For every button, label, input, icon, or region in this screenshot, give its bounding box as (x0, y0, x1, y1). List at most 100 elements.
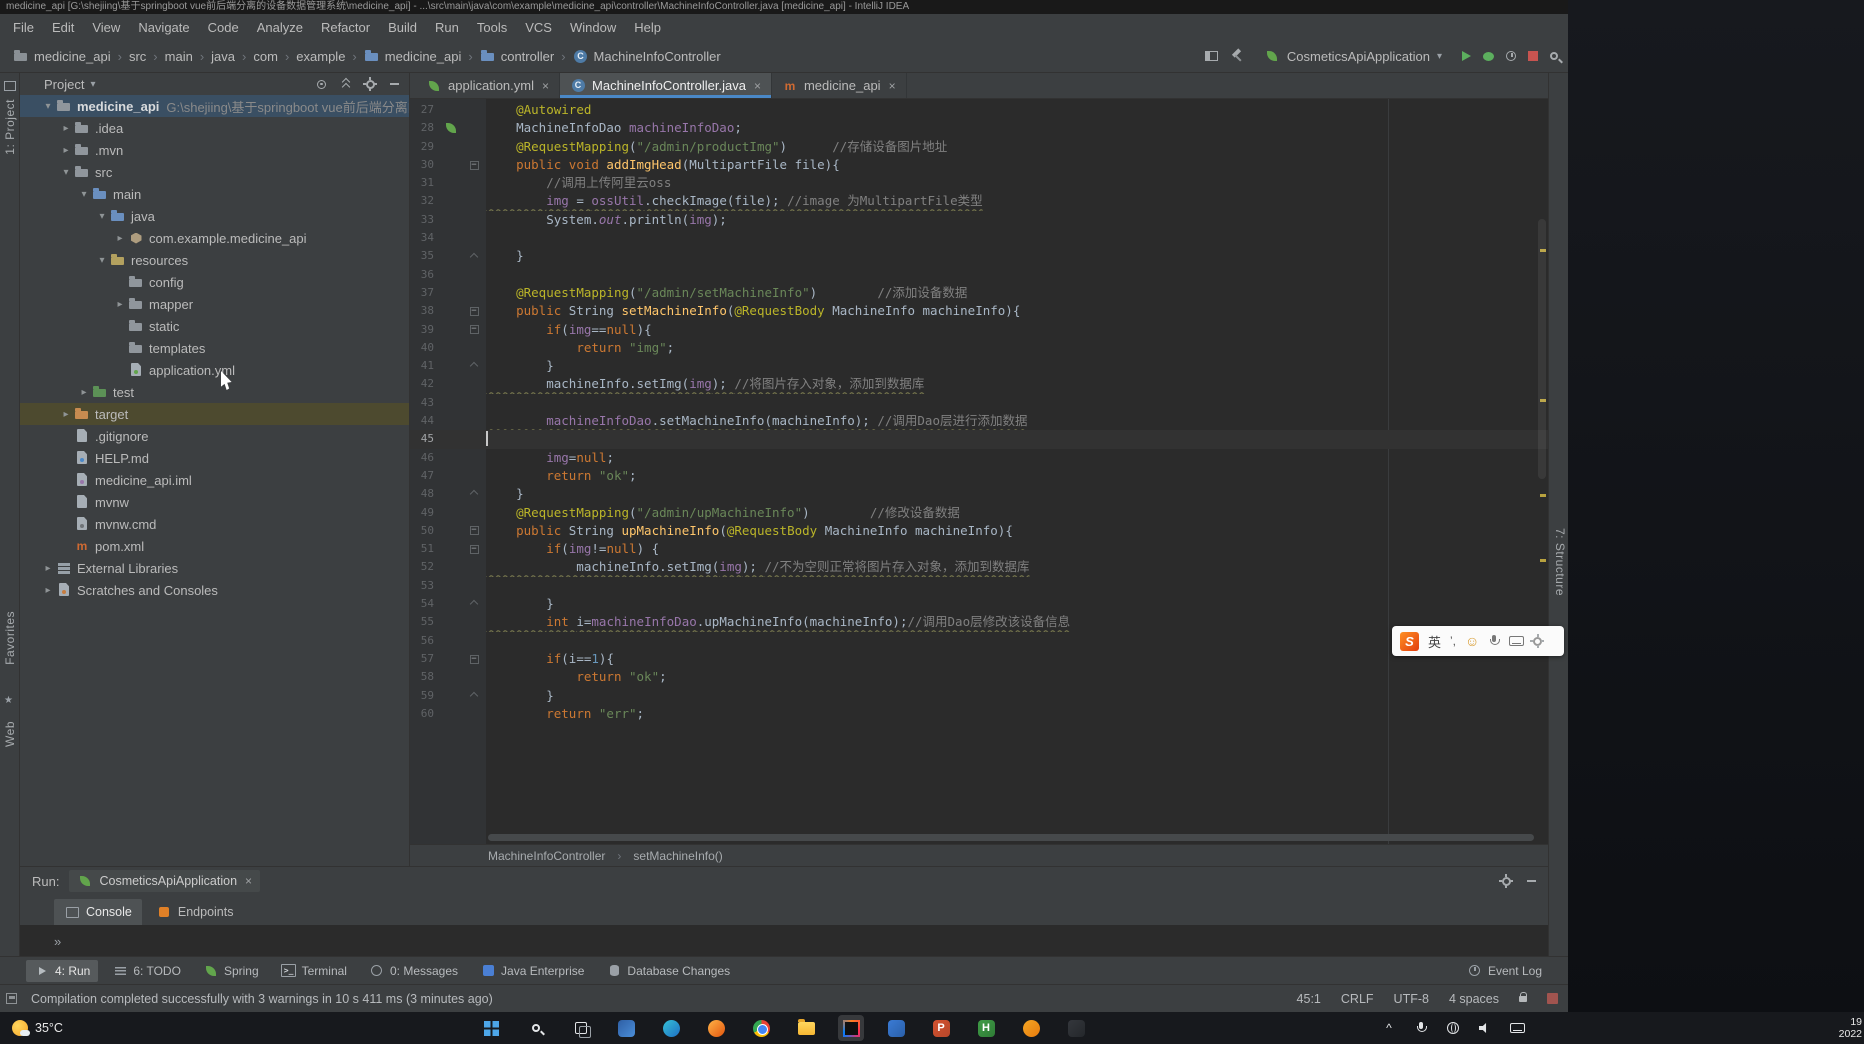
tree-item-medicine-api[interactable]: ▾medicine_api G:\shejiing\基于springboot v… (20, 95, 409, 117)
code-line-28[interactable]: 28 MachineInfoDao machineInfoDao; (410, 119, 1548, 137)
tree-item-test[interactable]: ▸test (20, 381, 409, 403)
bookmark-icon[interactable]: ★ (4, 695, 13, 706)
toolwindow-event-log[interactable]: Event Log (1459, 960, 1550, 982)
taskbar-intellij-idea[interactable] (838, 1015, 864, 1041)
taskbar-start[interactable] (478, 1015, 504, 1041)
fold-column[interactable]: − (462, 302, 486, 320)
status-widget-utf-8[interactable]: UTF-8 (1394, 992, 1429, 1006)
code-line-53[interactable]: 53 (410, 577, 1548, 595)
close-icon[interactable]: × (245, 874, 252, 888)
vertical-scrollbar[interactable] (1538, 219, 1546, 479)
status-widget-crlf[interactable]: CRLF (1341, 992, 1374, 1006)
tray-touch-keyboard[interactable] (1506, 1017, 1528, 1039)
toolwindow-button-web[interactable]: Web (3, 721, 17, 747)
menu-item-help[interactable]: Help (625, 17, 670, 38)
code-line-34[interactable]: 34 (410, 229, 1548, 247)
taskbar-edge[interactable] (658, 1015, 684, 1041)
breadcrumb-medicine-api[interactable]: medicine_api (361, 46, 465, 66)
tree-item-src[interactable]: ▾src (20, 161, 409, 183)
locate-file-icon[interactable] (317, 80, 326, 89)
code-line-58[interactable]: 58 return "ok"; (410, 668, 1548, 686)
code-line-38[interactable]: 38− public String setMachineInfo(@Reques… (410, 302, 1548, 320)
run-configuration-select[interactable]: CosmeticsApiApplication ▾ (1256, 45, 1450, 67)
code-line-42[interactable]: 42 machineInfo.setImg(img); //将图片存入对象，添加… (410, 375, 1548, 393)
collapse-all-icon[interactable] (341, 79, 351, 90)
taskbar-powerpoint[interactable]: P (928, 1015, 954, 1041)
fold-column[interactable] (462, 357, 486, 375)
tab-close-icon[interactable]: × (754, 79, 761, 93)
run-configuration-tab[interactable]: CosmeticsApiApplication × (69, 870, 260, 892)
tree-item-mapper[interactable]: ▸mapper (20, 293, 409, 315)
run-button[interactable] (1462, 51, 1471, 61)
layout-icon[interactable] (1205, 51, 1218, 61)
code-line-44[interactable]: 44 machineInfoDao.setMachineInfo(machine… (410, 412, 1548, 430)
code-line-48[interactable]: 48 } (410, 485, 1548, 503)
project-panel-title[interactable]: Project (44, 77, 84, 92)
code-line-30[interactable]: 30− public void addImgHead(MultipartFile… (410, 156, 1548, 174)
toolwindow-button-project[interactable]: 1: Project (3, 99, 17, 155)
tab-endpoints[interactable]: Endpoints (146, 899, 244, 925)
taskbar-file-explorer[interactable] (793, 1015, 819, 1041)
ime-language-toggle[interactable]: 英 (1428, 632, 1441, 651)
toolwindow-6-todo[interactable]: 6: TODO (104, 960, 189, 982)
tree-item-.idea[interactable]: ▸.idea (20, 117, 409, 139)
code-line-52[interactable]: 52 machineInfo.setImg(img); //不为空则正常将图片存… (410, 558, 1548, 576)
search-everywhere-icon[interactable] (1550, 52, 1558, 60)
breadcrumb-java[interactable]: java (208, 47, 238, 66)
tree-item-medicine-api.iml[interactable]: medicine_api.iml (20, 469, 409, 491)
code-line-45[interactable]: 45 (410, 430, 1548, 448)
breadcrumb-src[interactable]: src (126, 47, 149, 66)
toolwindow-switcher-icon[interactable] (6, 993, 17, 1004)
status-color-chip[interactable] (1547, 993, 1558, 1004)
readonly-lock-icon[interactable] (1519, 996, 1527, 1002)
tree-item-mvnw.cmd[interactable]: mvnw.cmd (20, 513, 409, 535)
menu-item-code[interactable]: Code (199, 17, 248, 38)
code-line-50[interactable]: 50− public String upMachineInfo(@Request… (410, 522, 1548, 540)
code-line-60[interactable]: 60 return "err"; (410, 705, 1548, 723)
profiler-button[interactable] (1506, 51, 1516, 61)
code-line-55[interactable]: 55 int i=machineInfoDao.upMachineInfo(ma… (410, 613, 1548, 631)
breadcrumb-method[interactable]: setMachineInfo() (633, 849, 722, 863)
breadcrumb-medicine-api[interactable]: medicine_api (10, 46, 114, 66)
gear-icon[interactable] (366, 80, 375, 89)
taskbar-dark-app[interactable] (1063, 1015, 1089, 1041)
fold-column[interactable]: − (462, 540, 486, 558)
tree-item-pom.xml[interactable]: pom.xml (20, 535, 409, 557)
tree-item-config[interactable]: config (20, 271, 409, 293)
taskbar-blue-app-2[interactable] (883, 1015, 909, 1041)
debug-button[interactable] (1483, 52, 1494, 61)
taskbar-orange-app[interactable] (1018, 1015, 1044, 1041)
toolwindow-java-enterprise[interactable]: Java Enterprise (472, 960, 592, 982)
menu-item-tools[interactable]: Tools (468, 17, 516, 38)
breadcrumb-controller[interactable]: controller (477, 46, 557, 66)
code-line-46[interactable]: 46 img=null; (410, 449, 1548, 467)
menu-item-build[interactable]: Build (379, 17, 426, 38)
editor-tab-machineinfocontroller.java[interactable]: MachineInfoController.java× (560, 73, 772, 98)
menu-item-navigate[interactable]: Navigate (129, 17, 198, 38)
tree-item-resources[interactable]: ▾resources (20, 249, 409, 271)
fold-column[interactable] (462, 247, 486, 265)
taskbar-chrome[interactable] (748, 1015, 774, 1041)
code-line-27[interactable]: 27 @Autowired (410, 101, 1548, 119)
fold-column[interactable]: − (462, 321, 486, 339)
tree-item-static[interactable]: static (20, 315, 409, 337)
stop-button[interactable] (1528, 51, 1538, 61)
code-line-51[interactable]: 51− if(img!=null) { (410, 540, 1548, 558)
code-line-59[interactable]: 59 } (410, 687, 1548, 705)
warning-stripe-mark[interactable] (1540, 494, 1546, 497)
gear-icon[interactable] (1502, 877, 1511, 886)
menu-item-refactor[interactable]: Refactor (312, 17, 379, 38)
tree-item-help.md[interactable]: HELP.md (20, 447, 409, 469)
tree-item-main[interactable]: ▾main (20, 183, 409, 205)
breadcrumb-com[interactable]: com (250, 47, 281, 66)
menu-item-file[interactable]: File (4, 17, 43, 38)
menu-item-vcs[interactable]: VCS (516, 17, 561, 38)
code-line-37[interactable]: 37 @RequestMapping("/admin/setMachineInf… (410, 284, 1548, 302)
breadcrumb-class[interactable]: MachineInfoController (488, 849, 605, 863)
tab-close-icon[interactable]: × (889, 79, 896, 93)
emoji-icon[interactable]: ☺ (1465, 633, 1479, 649)
tray-network[interactable] (1442, 1017, 1464, 1039)
code-line-41[interactable]: 41 } (410, 357, 1548, 375)
sogou-logo-icon[interactable]: S (1400, 632, 1419, 651)
console-chevron[interactable]: » (54, 934, 61, 949)
